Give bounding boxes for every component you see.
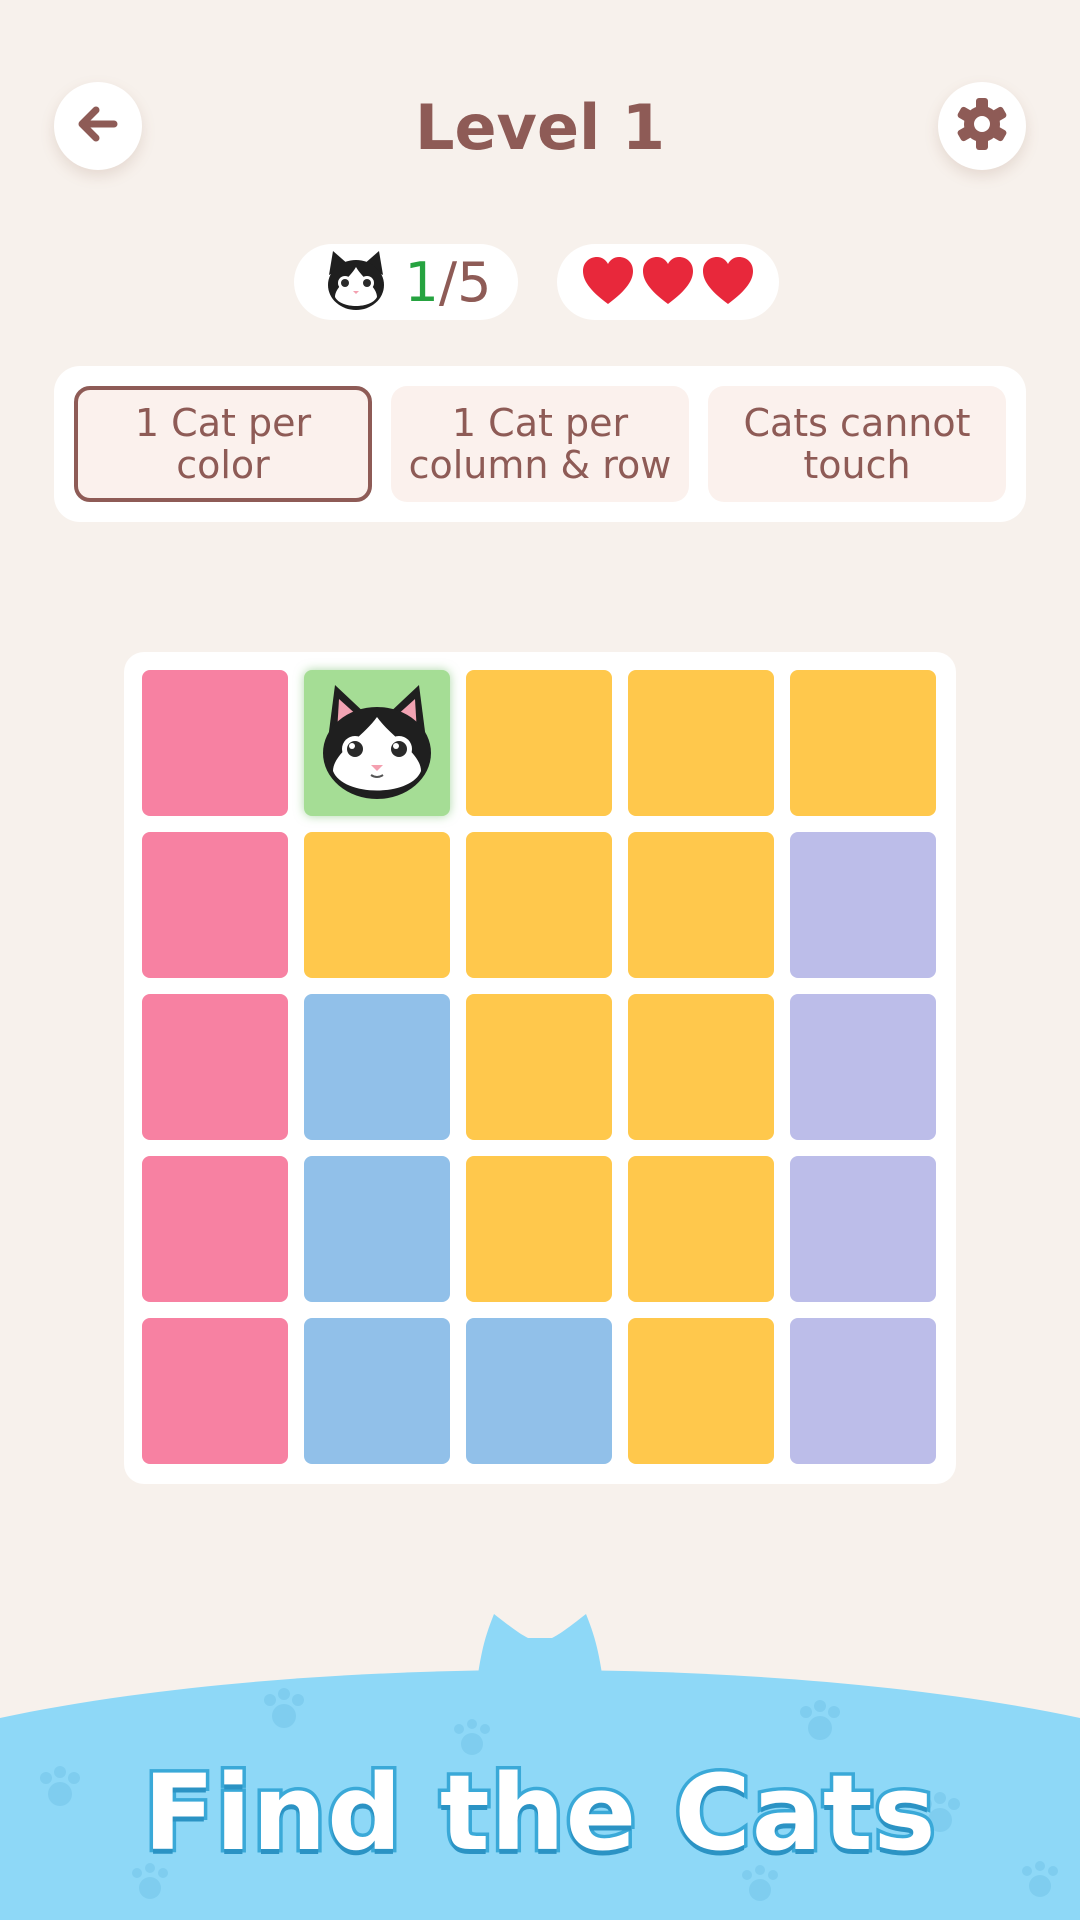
- board-cell-pink[interactable]: [142, 1156, 288, 1302]
- board-cell-with-cat[interactable]: [304, 670, 450, 816]
- board-cell-blue[interactable]: [304, 1156, 450, 1302]
- rule-cats-cannot-touch[interactable]: Cats cannot touch: [708, 386, 1006, 502]
- hearts-icons: [583, 257, 753, 304]
- puzzle-board: [124, 652, 956, 1484]
- cat-face-icon: [311, 675, 443, 811]
- cats-found-count: 1: [404, 250, 439, 314]
- board-cell-blue[interactable]: [304, 994, 450, 1140]
- board-cell-pink[interactable]: [142, 670, 288, 816]
- board-cell-blue[interactable]: [304, 1318, 450, 1464]
- settings-button[interactable]: [938, 82, 1026, 170]
- board-cell-yellow[interactable]: [466, 1156, 612, 1302]
- board-cell-purple[interactable]: [790, 994, 936, 1140]
- lives-display: [557, 244, 779, 320]
- board-cell-purple[interactable]: [790, 1318, 936, 1464]
- board-cell-yellow[interactable]: [790, 670, 936, 816]
- board-cell-yellow[interactable]: [628, 1156, 774, 1302]
- game-title-banner: Find the Cats: [140, 1749, 939, 1878]
- cat-face-icon: [321, 245, 391, 319]
- board-cell-purple[interactable]: [790, 832, 936, 978]
- board-cell-pink[interactable]: [142, 994, 288, 1140]
- board-cell-blue[interactable]: [466, 1318, 612, 1464]
- board-cell-yellow[interactable]: [628, 670, 774, 816]
- board-cell-pink[interactable]: [142, 1318, 288, 1464]
- cats-found-counter: 1/5: [294, 244, 518, 320]
- rules-panel: 1 Cat per color 1 Cat per column & row C…: [54, 366, 1026, 522]
- heart-icon: [583, 257, 633, 304]
- cats-total-count: /5: [438, 250, 492, 314]
- rule-one-cat-per-color[interactable]: 1 Cat per color: [74, 386, 372, 502]
- heart-icon: [643, 257, 693, 304]
- board-cell-yellow[interactable]: [628, 994, 774, 1140]
- board-cell-yellow[interactable]: [628, 832, 774, 978]
- board-cell-yellow[interactable]: [304, 832, 450, 978]
- heart-icon: [703, 257, 753, 304]
- board-cell-yellow[interactable]: [466, 832, 612, 978]
- board-cell-yellow[interactable]: [628, 1318, 774, 1464]
- board-cell-purple[interactable]: [790, 1156, 936, 1302]
- level-title: Level 1: [415, 91, 665, 164]
- rule-one-cat-per-column-row[interactable]: 1 Cat per column & row: [391, 386, 689, 502]
- board-cell-pink[interactable]: [142, 832, 288, 978]
- board-cell-yellow[interactable]: [466, 670, 612, 816]
- gear-icon: [953, 95, 1011, 157]
- board-cell-yellow[interactable]: [466, 994, 612, 1140]
